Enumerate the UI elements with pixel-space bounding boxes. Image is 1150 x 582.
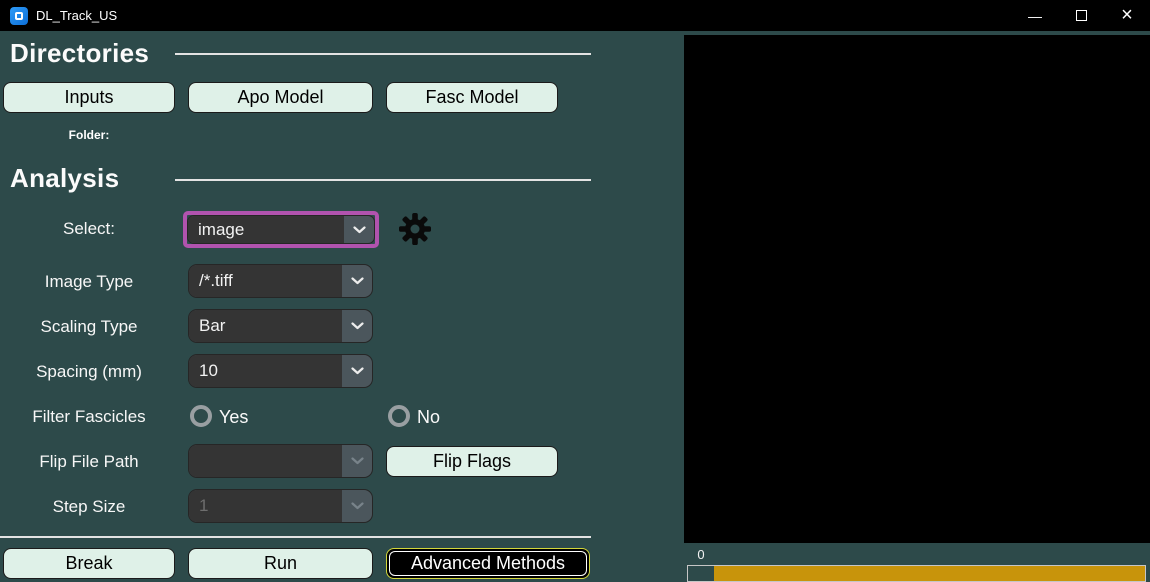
image-display-panel [684, 35, 1150, 543]
flip-file-path-combobox [188, 444, 373, 478]
spacing-label: Spacing (mm) [36, 362, 142, 381]
maximize-button[interactable] [1058, 0, 1104, 31]
main-content: Directories Inputs Apo Model Fasc Model … [0, 31, 1150, 582]
scaling-type-label: Scaling Type [40, 317, 138, 336]
select-combobox[interactable]: image [187, 215, 375, 244]
window-controls: — × [1012, 0, 1150, 31]
chevron-down-icon [344, 216, 374, 243]
app-icon [10, 6, 28, 25]
filter-fascicles-label: Filter Fascicles [32, 407, 146, 426]
scaling-type-value: Bar [189, 310, 342, 342]
directories-divider [175, 53, 591, 55]
image-type-label: Image Type [44, 272, 134, 291]
image-type-combobox[interactable]: /*.tiff [188, 264, 373, 298]
close-button[interactable]: × [1104, 0, 1150, 31]
inputs-button[interactable]: Inputs [3, 82, 175, 113]
step-size-label: Step Size [52, 497, 126, 516]
settings-gear-button[interactable] [398, 212, 432, 246]
chevron-down-icon [342, 490, 372, 522]
select-label: Select: [63, 219, 115, 238]
minimize-button[interactable]: — [1012, 0, 1058, 31]
break-button[interactable]: Break [3, 548, 175, 579]
step-size-value: 1 [189, 490, 342, 522]
select-value: image [188, 216, 344, 243]
select-highlight-border: image [183, 211, 379, 248]
folder-label: Folder: [68, 128, 110, 142]
analysis-divider [175, 179, 591, 181]
progress-value-label: 0 [697, 547, 705, 562]
window-title: DL_Track_US [36, 8, 118, 23]
filter-yes-label: Yes [219, 407, 249, 427]
flip-file-path-label: Flip File Path [39, 452, 139, 471]
flip-file-path-value [189, 445, 342, 477]
directories-heading: Directories [10, 38, 150, 68]
filter-yes-radio[interactable] [190, 405, 212, 427]
app-logo-icon [15, 11, 23, 20]
scaling-type-combobox[interactable]: Bar [188, 309, 373, 343]
gear-icon [399, 213, 431, 245]
advanced-methods-button[interactable]: Advanced Methods [386, 548, 590, 579]
chevron-down-icon [342, 355, 372, 387]
step-size-combobox: 1 [188, 489, 373, 523]
filter-no-radio[interactable] [388, 405, 410, 427]
spacing-value: 10 [189, 355, 342, 387]
titlebar: DL_Track_US — × [0, 0, 1150, 31]
fasc-model-button[interactable]: Fasc Model [386, 82, 558, 113]
spacing-combobox[interactable]: 10 [188, 354, 373, 388]
actions-divider [0, 536, 591, 538]
flip-flags-button[interactable]: Flip Flags [386, 446, 558, 477]
maximize-icon [1075, 10, 1087, 21]
progress-bar [687, 565, 1146, 582]
image-type-value: /*.tiff [189, 265, 342, 297]
analysis-heading: Analysis [10, 163, 120, 193]
progress-trough-segment [688, 566, 714, 581]
run-button[interactable]: Run [188, 548, 373, 579]
chevron-down-icon [342, 310, 372, 342]
apo-model-button[interactable]: Apo Model [188, 82, 373, 113]
chevron-down-icon [342, 265, 372, 297]
filter-no-label: No [417, 407, 441, 427]
chevron-down-icon [342, 445, 372, 477]
